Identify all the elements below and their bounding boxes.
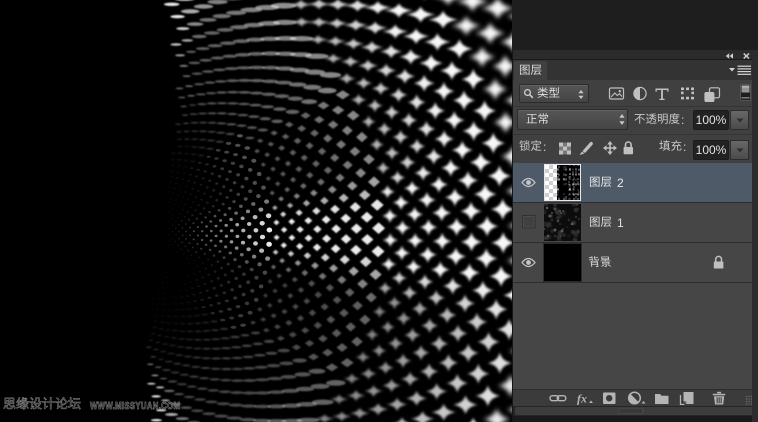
svg-text:fx: fx	[577, 392, 587, 406]
